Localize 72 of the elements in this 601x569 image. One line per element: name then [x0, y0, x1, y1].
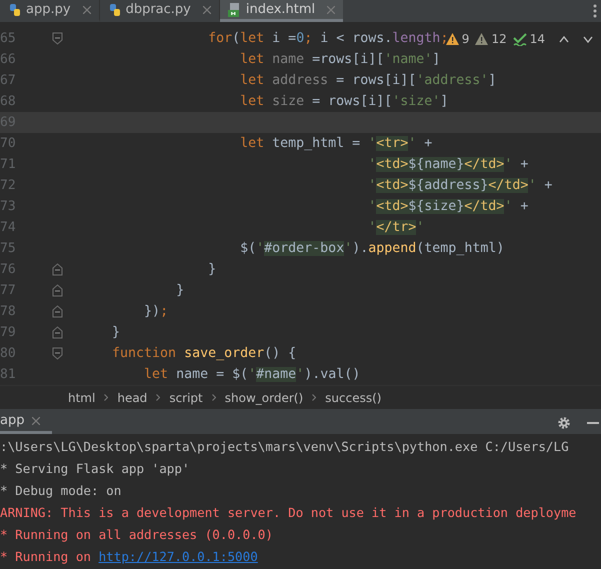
- code-line: let size = rows[i]['size']: [239, 92, 448, 111]
- chevron-right-icon: [156, 394, 160, 401]
- html-file-icon: [228, 2, 242, 16]
- fold-marker-icon[interactable]: [52, 32, 63, 45]
- line-number: 70: [0, 134, 17, 153]
- line-number: 81: [0, 366, 17, 384]
- line-number: 76: [0, 260, 17, 279]
- python-file-icon: [8, 2, 22, 16]
- line-number: 77: [0, 282, 17, 300]
- fold-marker-icon[interactable]: [52, 263, 63, 276]
- code-line: '<td>${address}</td>' +: [367, 176, 552, 195]
- code-line: '<td>${size}</td>' +: [367, 198, 528, 216]
- line-number: 74: [0, 218, 17, 237]
- chevron-right-icon: [212, 394, 216, 401]
- line-number: 67: [0, 72, 17, 90]
- close-icon[interactable]: [202, 6, 211, 14]
- line-number: 79: [0, 324, 17, 342]
- minimize-icon[interactable]: [587, 422, 599, 424]
- code-line: function save_order() {: [111, 344, 296, 363]
- close-icon[interactable]: [32, 417, 40, 425]
- code-line: let name = $('#name').val(): [143, 366, 360, 384]
- fold-marker-icon[interactable]: [52, 284, 63, 297]
- chevron-up-icon[interactable]: [559, 36, 569, 42]
- console-line: * Running on http://127.0.0.1:5000: [0, 546, 601, 568]
- warning-icon: [475, 33, 488, 45]
- line-number: 65: [0, 30, 17, 48]
- console-line: ARNING: This is a development server. Do not use it in a production deployme: [0, 504, 578, 522]
- breadcrumb-item[interactable]: success(): [325, 388, 382, 406]
- breadcrumb-item[interactable]: script: [169, 388, 203, 406]
- console-line: * Serving Flask app 'app': [0, 460, 191, 478]
- code-line: '<td>${name}</td>' +: [367, 156, 528, 174]
- run-tab[interactable]: app: [0, 411, 52, 434]
- chevron-right-icon: [104, 394, 108, 401]
- line-number: 78: [0, 302, 17, 321]
- console-line: * Running on all addresses (0.0.0.0): [0, 526, 274, 544]
- code-line: let name =rows[i]['name']: [239, 50, 440, 69]
- fold-marker-icon[interactable]: [52, 326, 63, 339]
- breadcrumb-item[interactable]: head: [117, 388, 148, 406]
- inspection-count: 9: [462, 31, 470, 48]
- check-icon: [512, 32, 527, 46]
- code-line: let address = rows[i]['address']: [239, 72, 496, 90]
- fold-marker-icon[interactable]: [52, 347, 63, 360]
- line-number: 71: [0, 156, 17, 174]
- fold-marker-icon[interactable]: [52, 305, 63, 318]
- line-number: 80: [0, 344, 17, 363]
- close-icon[interactable]: [82, 6, 91, 14]
- editor-tab[interactable]: index.html: [220, 0, 344, 22]
- settings-icon[interactable]: [557, 416, 571, 430]
- console-line: * Debug mode: on: [0, 482, 122, 500]
- line-number: 68: [0, 92, 17, 111]
- python-file-icon: [108, 2, 122, 16]
- code-line: }: [111, 324, 120, 342]
- chevron-right-icon: [312, 394, 316, 401]
- line-number: 72: [0, 176, 17, 195]
- code-line: let temp_html = '<tr>' +: [239, 134, 432, 153]
- line-number: 66: [0, 50, 17, 69]
- inspection-count: 14: [530, 31, 545, 48]
- line-number: 75: [0, 240, 17, 258]
- console-line: :\Users\LG\Desktop\sparta\projects\mars\venv\Scripts\python.exe C:/Users/LG: [0, 438, 570, 456]
- inspection-count: 12: [491, 31, 507, 48]
- code-line: });: [143, 302, 168, 321]
- code-line: }: [175, 282, 184, 300]
- code-line: }: [207, 260, 216, 279]
- breadcrumb-item[interactable]: show_order(): [224, 388, 304, 406]
- editor-tab[interactable]: dbprac.py: [100, 0, 220, 22]
- code-line: $('#order-box').append(temp_html): [239, 240, 504, 258]
- breadcrumb-item[interactable]: html: [68, 388, 96, 406]
- more-options-icon[interactable]: [593, 4, 597, 18]
- line-number: 73: [0, 198, 17, 216]
- editor-tab[interactable]: app.py: [0, 0, 100, 22]
- chevron-down-icon[interactable]: [583, 36, 593, 42]
- code-line: for(let i =0; i < rows.length;: [207, 30, 448, 48]
